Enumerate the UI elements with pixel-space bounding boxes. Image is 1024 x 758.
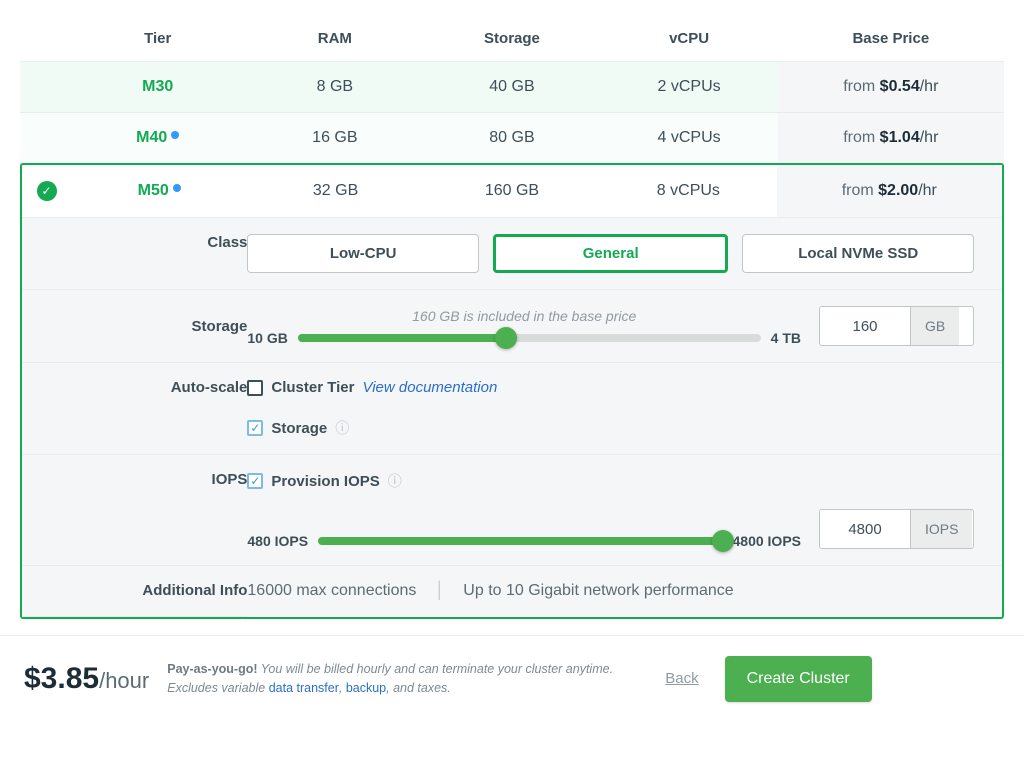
storage-value: 80 GB [423, 113, 600, 164]
footer: $3.85/hour Pay-as-you-go! You will be bi… [0, 635, 1024, 726]
class-nvme-button[interactable]: Local NVMe SSD [742, 234, 974, 273]
vcpu-value: 2 vCPUs [601, 62, 778, 113]
footer-price: $3.85/hour [24, 662, 149, 696]
footer-text: Pay-as-you-go! You will be billed hourly… [167, 660, 647, 696]
tier-name: M50 [71, 165, 247, 218]
storage-slider[interactable] [298, 334, 761, 342]
additional-info-label: Additional Info [22, 566, 247, 617]
tier-table: Tier RAM Storage vCPU Base Price M30 8 G… [20, 20, 1004, 164]
tier-name: M30 [69, 62, 246, 113]
create-cluster-button[interactable]: Create Cluster [725, 656, 872, 702]
data-transfer-link[interactable]: data transfer [269, 681, 339, 695]
autoscale-label: Auto-scale [22, 363, 247, 455]
tier-row-m30[interactable]: M30 8 GB 40 GB 2 vCPUs from $0.54/hr [20, 62, 1004, 113]
recommended-dot-icon [173, 184, 181, 192]
storage-unit: GB [910, 307, 959, 345]
storage-value-box: GB [819, 306, 974, 346]
tier-name: M40 [69, 113, 246, 164]
price-value: from $1.04/hr [778, 113, 1004, 164]
storage-value: 40 GB [423, 62, 600, 113]
iops-min: 480 IOPS [247, 533, 308, 549]
iops-label: IOPS [22, 455, 247, 566]
tier-row-m50[interactable]: ✓ M50 32 GB 160 GB 8 vCPUs from $2.00/hr [22, 165, 1002, 218]
max-connections: 16000 max connections [247, 582, 416, 599]
slider-thumb-icon[interactable] [712, 530, 734, 552]
iops-unit: IOPS [910, 510, 972, 548]
provision-iops-checkbox[interactable]: ✓ [247, 473, 263, 489]
ram-value: 8 GB [246, 62, 423, 113]
header-row: Tier RAM Storage vCPU Base Price [20, 20, 1004, 62]
selected-tier-panel: ✓ M50 32 GB 160 GB 8 vCPUs from $2.00/hr… [20, 163, 1004, 619]
header-ram: RAM [246, 20, 423, 62]
network-performance: Up to 10 Gigabit network performance [463, 582, 733, 599]
view-documentation-link[interactable]: View documentation [362, 379, 497, 396]
price-value: from $0.54/hr [778, 62, 1004, 113]
provision-iops-label: Provision IOPS [271, 473, 379, 490]
storage-checkbox[interactable]: ✓ [247, 420, 263, 436]
header-vcpu: vCPU [601, 20, 778, 62]
selected-check-icon: ✓ [37, 181, 57, 201]
info-icon[interactable]: ⓘ [335, 418, 349, 438]
storage-max: 4 TB [771, 330, 801, 346]
header-price: Base Price [778, 20, 1004, 62]
ram-value: 32 GB [247, 165, 423, 218]
divider-icon: │ [435, 582, 445, 600]
storage-row: Storage 160 GB is included in the base p… [22, 290, 1002, 363]
tier-row-m40[interactable]: M40 16 GB 80 GB 4 vCPUs from $1.04/hr [20, 113, 1004, 164]
class-general-button[interactable]: General [493, 234, 729, 273]
class-row: Class Low-CPU General Local NVMe SSD [22, 218, 1002, 290]
storage-min: 10 GB [247, 330, 287, 346]
storage-input[interactable] [820, 307, 910, 345]
storage-value: 160 GB [424, 165, 600, 218]
backup-link[interactable]: backup [346, 681, 386, 695]
storage-label: Storage [22, 290, 247, 363]
header-storage: Storage [423, 20, 600, 62]
back-button[interactable]: Back [665, 670, 698, 687]
vcpu-value: 4 vCPUs [601, 113, 778, 164]
class-low-cpu-button[interactable]: Low-CPU [247, 234, 479, 273]
cluster-tier-checkbox[interactable] [247, 380, 263, 396]
vcpu-value: 8 vCPUs [600, 165, 776, 218]
storage-hint: 160 GB is included in the base price [247, 308, 801, 324]
recommended-dot-icon [171, 131, 179, 139]
autoscale-storage-label: Storage [271, 420, 327, 437]
iops-max: 4800 IOPS [733, 533, 802, 549]
autoscale-row: Auto-scale Cluster Tier View documentati… [22, 363, 1002, 455]
info-icon[interactable]: ⓘ [388, 471, 402, 491]
ram-value: 16 GB [246, 113, 423, 164]
class-label: Class [22, 218, 247, 290]
header-tier: Tier [69, 20, 246, 62]
iops-row: IOPS ✓ Provision IOPS ⓘ 480 IOPS [22, 455, 1002, 566]
cluster-tier-label: Cluster Tier [271, 379, 354, 396]
additional-info-row: Additional Info 16000 max connections │ … [22, 566, 1002, 617]
slider-thumb-icon[interactable] [495, 327, 517, 349]
price-value: from $2.00/hr [777, 165, 1002, 218]
iops-slider[interactable] [318, 537, 722, 545]
iops-value-box: IOPS [819, 509, 974, 549]
class-group: Low-CPU General Local NVMe SSD [247, 234, 974, 273]
iops-input[interactable] [820, 510, 910, 548]
